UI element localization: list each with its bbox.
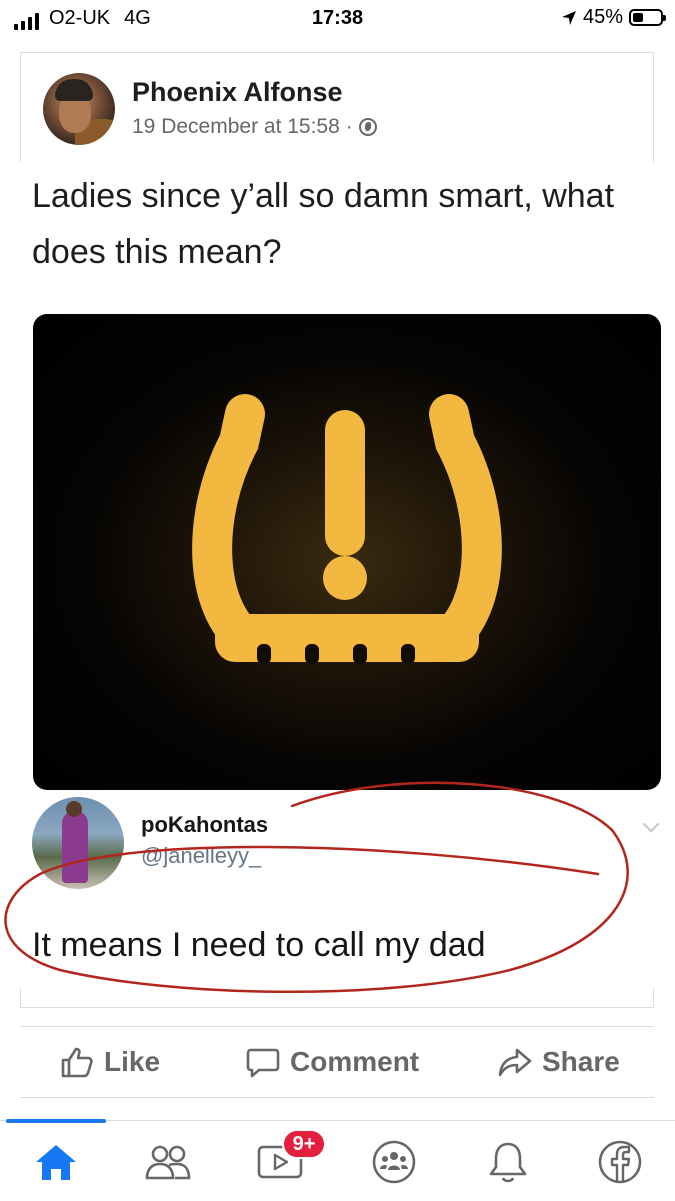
post-text: Ladies since y’all so damn smart, what d… bbox=[32, 177, 615, 271]
battery-icon bbox=[629, 9, 666, 26]
battery-percent: 45% bbox=[582, 6, 623, 28]
battery-level bbox=[633, 13, 643, 22]
comment-label: Comment bbox=[290, 1046, 420, 1077]
watch-notification-badge: 9+ bbox=[282, 1129, 326, 1159]
location-arrow-icon bbox=[561, 10, 576, 25]
home-icon bbox=[36, 1145, 76, 1180]
author-avatar[interactable] bbox=[43, 73, 115, 145]
groups-icon bbox=[372, 1140, 416, 1184]
tweet-author-name: poKahontas bbox=[141, 812, 269, 837]
author-name[interactable]: Phoenix Alfonse bbox=[132, 77, 343, 108]
chevron-down-icon[interactable] bbox=[642, 815, 660, 833]
share-button[interactable]: Share bbox=[498, 1027, 620, 1097]
system-indicators: 45% bbox=[561, 6, 666, 29]
comment-button[interactable]: Comment bbox=[246, 1027, 419, 1097]
like-button[interactable]: Like bbox=[60, 1027, 160, 1097]
active-tab-indicator bbox=[6, 1119, 106, 1123]
tab-notifications[interactable] bbox=[478, 1135, 538, 1189]
bottom-tab-bar: 9+ bbox=[0, 1119, 675, 1201]
tire-pressure-warning-image[interactable] bbox=[33, 314, 661, 790]
tweet-text: It means I need to call my dad bbox=[32, 926, 486, 964]
comment-bubble-icon bbox=[246, 1048, 280, 1078]
tab-menu[interactable] bbox=[590, 1135, 650, 1189]
thumbs-up-icon bbox=[61, 1047, 93, 1078]
globe-icon bbox=[358, 118, 377, 136]
notifications-icon bbox=[489, 1142, 527, 1183]
tab-friends[interactable] bbox=[138, 1135, 198, 1189]
share-label: Share bbox=[542, 1046, 620, 1077]
post-meta: 19 December at 15:58 · bbox=[132, 115, 377, 139]
friends-icon bbox=[145, 1145, 191, 1180]
post-actions: Like Comment Share bbox=[20, 1026, 654, 1098]
status-bar: O2-UK 4G 17:38 45% bbox=[0, 0, 675, 36]
like-label: Like bbox=[104, 1046, 161, 1077]
tweet-author-avatar[interactable] bbox=[32, 797, 124, 889]
post-header: Phoenix Alfonse 19 December at 15:58 · bbox=[20, 52, 654, 162]
tab-groups[interactable] bbox=[364, 1135, 424, 1189]
facebook-menu-icon bbox=[598, 1140, 642, 1184]
post-card-bottom bbox=[20, 988, 654, 1008]
post-timestamp[interactable]: 19 December at 15:58 bbox=[132, 115, 340, 139]
tab-home[interactable] bbox=[26, 1135, 86, 1189]
share-arrow-icon bbox=[498, 1048, 532, 1077]
tweet-author-handle: @janelleyy_ bbox=[141, 843, 262, 868]
meta-separator: · bbox=[345, 115, 353, 138]
tire-pressure-warning-icon bbox=[192, 394, 502, 664]
